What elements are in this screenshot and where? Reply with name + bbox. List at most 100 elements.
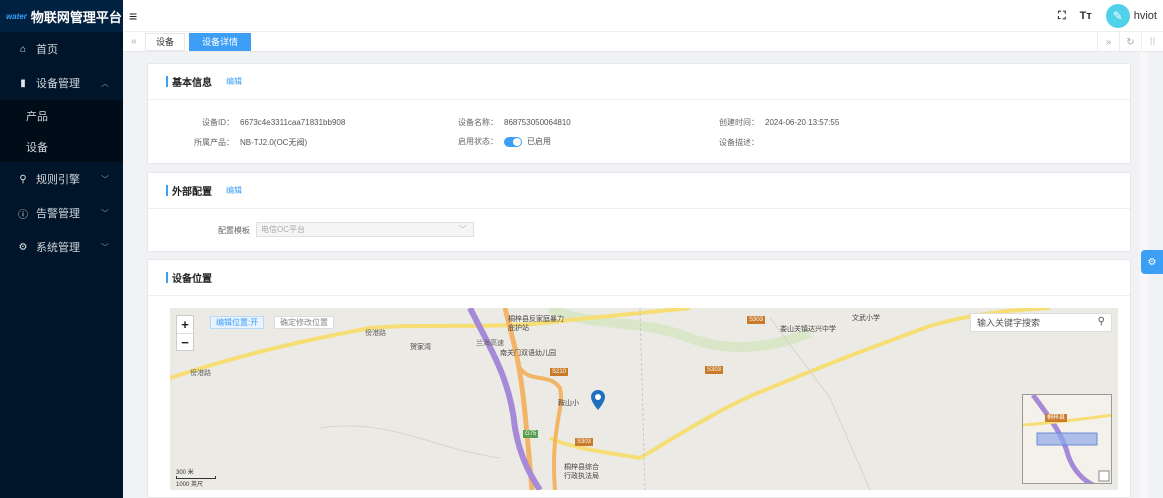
map-view[interactable]: + − 编辑位置:开 确定修改位置 输入关键字搜索 ⚲ 桐梓县反家庭暴力 庇护站… (170, 308, 1118, 490)
device-name-value: 868753050064810 (504, 118, 571, 127)
font-size-icon[interactable]: Tт (1080, 10, 1092, 22)
map-label: 庇护站 (508, 325, 529, 332)
map-label: 娄山关镇达兴中学 (780, 326, 836, 333)
field-label: 启用状态： (458, 137, 498, 146)
device-submenu: 产品 设备 (0, 100, 123, 162)
road-label: 傍港路 (365, 330, 386, 337)
alarm-icon: ⓘ (18, 209, 28, 221)
sidebar-subitem-device[interactable]: 设备 (0, 131, 123, 162)
zoom-out-button[interactable]: − (177, 333, 193, 350)
sidebar-subitem-product[interactable]: 产品 (0, 100, 123, 131)
map-roads (170, 308, 1051, 490)
sidebar-item-alarm-management[interactable]: ⓘ 告警管理 ﹀ (0, 196, 123, 230)
title-accent-bar (166, 76, 168, 87)
status-toggle[interactable] (504, 136, 522, 147)
location-pin-icon[interactable] (591, 390, 605, 412)
chevron-up-icon: ︿ (101, 78, 109, 88)
card-title: 外部配置 (172, 187, 212, 198)
template-label: 配置模板 (218, 225, 250, 236)
grid-icon[interactable]: ⁞⁞ (1141, 32, 1163, 52)
scale-imperial: 1000 英尺 (176, 482, 204, 488)
sidebar-item-label: 系统管理 (36, 242, 80, 254)
tabs-bar: « 设备 设备详情 » ↻ ⁞⁞ (123, 32, 1163, 52)
map-label: 南关门双语幼儿园 (500, 350, 556, 357)
map-zoom-control: + − (176, 315, 194, 351)
tabs-scroll-left-icon[interactable]: « (123, 36, 145, 47)
sidebar: water 物联网管理平台 ⌂ 首页 ▮ 设备管理 ︿ 产品 设备 ⚲ 规则引擎… (0, 0, 123, 498)
device-icon: ▮ (20, 77, 26, 89)
refresh-icon[interactable]: ↻ (1119, 32, 1141, 52)
edit-location-toggle-button[interactable]: 编辑位置:开 (210, 316, 265, 329)
tabs-actions: » ↻ ⁞⁞ (1097, 32, 1163, 52)
edit-external-config-link[interactable]: 编辑 (226, 185, 242, 196)
road-shield: S303 (747, 316, 766, 324)
device-name-field: 设备名称： 868753050064810 (458, 117, 571, 128)
app-logo[interactable]: water 物联网管理平台 (0, 0, 123, 32)
search-placeholder: 输入关键字搜索 (977, 318, 1041, 328)
menu-toggle-icon[interactable]: ≡ (129, 8, 137, 24)
app-title: 物联网管理平台 (30, 9, 122, 25)
settings-float-button[interactable]: ⚙ (1141, 250, 1163, 274)
title-accent-bar (166, 185, 168, 196)
map-label: 文武小学 (852, 315, 880, 322)
topbar-actions: ⛶ Tт ✎ hviot (1058, 0, 1157, 32)
map-label: 行政执法局 (564, 473, 599, 480)
product-field: 所属产品： NB-TJ2.0(OC无阀) (194, 137, 307, 148)
status-field: 启用状态： 已启用 (458, 136, 551, 147)
map-label: 鞍山小 (558, 400, 579, 407)
select-value: 电信OC平台 (261, 225, 305, 234)
field-label: 设备名称： (458, 118, 498, 127)
product-value: NB-TJ2.0(OC无阀) (240, 138, 308, 147)
device-id-field: 设备ID： 6673c4e3311caa71831bb908 (202, 117, 345, 128)
sidebar-item-label: 规则引擎 (36, 174, 80, 186)
tabs-scroll-right-icon[interactable]: » (1097, 32, 1119, 52)
sidebar-item-system-management[interactable]: ⚙ 系统管理 ﹀ (0, 230, 123, 264)
card-header: 设备位置 (148, 260, 1130, 296)
road-label: 兰海高速 (476, 340, 504, 347)
sidebar-item-home[interactable]: ⌂ 首页 (0, 32, 123, 66)
card-title: 基本信息 (172, 78, 212, 89)
brand-logo-icon: water (6, 11, 27, 21)
chevron-down-icon: ﹀ (101, 208, 109, 218)
settings-icon: ⚙ (18, 241, 28, 253)
field-label: 设备描述： (719, 138, 759, 147)
fullscreen-icon[interactable]: ⛶ (1058, 10, 1066, 23)
edit-basic-info-link[interactable]: 编辑 (226, 76, 242, 87)
card-header: 基本信息 编辑 (148, 64, 1130, 100)
road-shield: S210 (550, 368, 569, 376)
card-title: 设备位置 (172, 274, 212, 285)
sidebar-item-label: 告警管理 (36, 208, 80, 220)
tab-device[interactable]: 设备 (145, 32, 186, 51)
zoom-in-button[interactable]: + (177, 316, 193, 333)
page-scrollbar[interactable] (1140, 52, 1148, 498)
chevron-down-icon: ﹀ (101, 174, 109, 184)
basic-info-card: 基本信息 编辑 设备ID： 6673c4e3311caa71831bb908 设… (147, 63, 1131, 164)
road-label: 傍港路 (190, 370, 211, 377)
field-label: 所属产品： (194, 138, 234, 147)
overview-label: 桐梓县 (1045, 414, 1068, 422)
sidebar-item-label: 首页 (36, 44, 58, 56)
road-shield: G75 (523, 430, 539, 438)
sidebar-item-rule-engine[interactable]: ⚲ 规则引擎 ﹀ (0, 162, 123, 196)
map-scale: 300 米 1000 英尺 (176, 467, 216, 488)
chevron-down-icon: ﹀ (459, 225, 467, 234)
avatar[interactable]: ✎ (1105, 4, 1130, 28)
home-icon: ⌂ (19, 43, 27, 55)
scale-metric: 300 米 (176, 470, 194, 476)
external-config-card: 外部配置 编辑 配置模板 电信OC平台 ﹀ (147, 172, 1131, 252)
chevron-down-icon: ﹀ (101, 242, 109, 252)
username[interactable]: hviot (1134, 10, 1157, 22)
map-search-input[interactable]: 输入关键字搜索 ⚲ (970, 313, 1112, 332)
field-label: 配置模板 (218, 226, 250, 235)
search-icon[interactable]: ⚲ (1098, 316, 1105, 327)
sidebar-item-device-management[interactable]: ▮ 设备管理 ︿ (0, 66, 123, 100)
device-id-value: 6673c4e3311caa71831bb908 (240, 118, 346, 127)
created-time-field: 创建时间： 2024-06-20 13:57:55 (719, 117, 839, 128)
confirm-location-button[interactable]: 确定修改位置 (274, 316, 334, 329)
map-overview[interactable]: 桐梓县 (1022, 394, 1112, 484)
tab-device-detail[interactable]: 设备详情 (189, 32, 252, 51)
status-value: 已启用 (527, 137, 551, 146)
rule-engine-icon: ⚲ (19, 173, 27, 185)
config-template-select[interactable]: 电信OC平台 ﹀ (256, 222, 474, 237)
map-label: 贺家湾 (410, 344, 431, 351)
